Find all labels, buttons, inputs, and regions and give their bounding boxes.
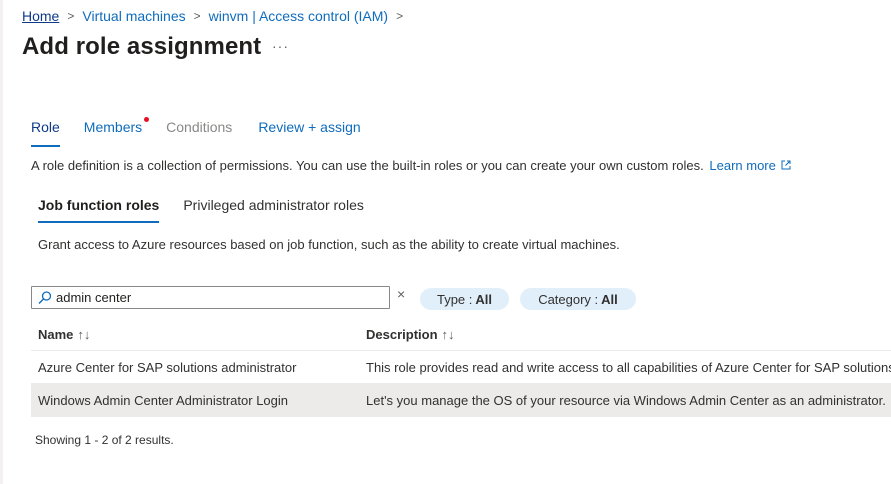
external-link-icon — [781, 160, 791, 173]
modified-indicator-dot — [144, 117, 150, 122]
results-count: Showing 1 - 2 of 2 results. — [35, 433, 174, 447]
table-header: Name ↑↓ Description ↑↓ — [31, 318, 891, 351]
tab-members[interactable]: Members — [83, 117, 150, 141]
role-description-cell: This role provides read and write access… — [366, 360, 891, 375]
role-description-cell: Let's you manage the OS of your resource… — [366, 393, 886, 408]
chevron-right-icon: > — [396, 9, 404, 23]
sort-icon: ↑↓ — [77, 327, 91, 342]
role-name: Azure Center for SAP solutions administr… — [38, 360, 297, 375]
page-title: Add role assignment — [22, 33, 262, 60]
category-filter-value: All — [601, 291, 618, 307]
left-border — [0, 0, 3, 484]
role-type-tabs: Job function roles Privileged administra… — [38, 197, 388, 223]
more-options-button[interactable]: ··· — [272, 38, 289, 54]
column-header-description[interactable]: Description ↑↓ — [366, 327, 455, 342]
search-input[interactable] — [53, 290, 376, 305]
chevron-right-icon: > — [67, 9, 75, 23]
tab-review-assign[interactable]: Review + assign — [258, 119, 360, 141]
role-description-text: A role definition is a collection of per… — [31, 158, 704, 173]
type-filter-label: Type : — [436, 291, 473, 307]
search-box — [31, 286, 390, 309]
type-filter-pill[interactable]: Type : All — [420, 288, 509, 310]
tab-privileged-administrator-roles[interactable]: Privileged administrator roles — [183, 197, 364, 213]
tab-job-function-roles[interactable]: Job function roles — [38, 197, 160, 223]
column-header-name[interactable]: Name ↑↓ — [38, 327, 90, 342]
type-filter-value: All — [475, 291, 493, 307]
category-filter-pill[interactable]: Category : All — [520, 288, 636, 310]
column-name-label: Name — [38, 327, 74, 342]
sort-icon: ↑↓ — [441, 327, 455, 342]
chevron-right-icon: > — [193, 9, 201, 23]
role-description: A role definition is a collection of per… — [31, 158, 791, 173]
column-description-label: Description — [366, 327, 438, 342]
clear-search-button[interactable]: × — [397, 286, 405, 302]
table-row[interactable]: Windows Admin Center Administrator Login… — [31, 384, 891, 417]
tab-members-label: Members — [83, 119, 143, 135]
tab-conditions[interactable]: Conditions — [166, 119, 232, 141]
tab-role[interactable]: Role — [31, 119, 60, 147]
search-icon — [37, 290, 53, 306]
wizard-tabs: Role Members Conditions Review + assign — [31, 117, 385, 147]
job-function-description: Grant access to Azure resources based on… — [38, 237, 620, 252]
breadcrumb-winvm-iam[interactable]: winvm | Access control (IAM) — [209, 8, 388, 24]
table-row[interactable]: Azure Center for SAP solutions administr… — [31, 351, 891, 384]
learn-more-link[interactable]: Learn more — [709, 158, 775, 173]
breadcrumb: Home > Virtual machines > winvm | Access… — [22, 7, 411, 25]
category-filter-label: Category : — [538, 291, 599, 307]
breadcrumb-virtual-machines[interactable]: Virtual machines — [82, 8, 185, 24]
breadcrumb-home[interactable]: Home — [22, 8, 59, 24]
role-name: Windows Admin Center Administrator Login — [38, 393, 289, 408]
roles-table: Name ↑↓ Description ↑↓ Azure Center for SA… — [31, 318, 891, 417]
